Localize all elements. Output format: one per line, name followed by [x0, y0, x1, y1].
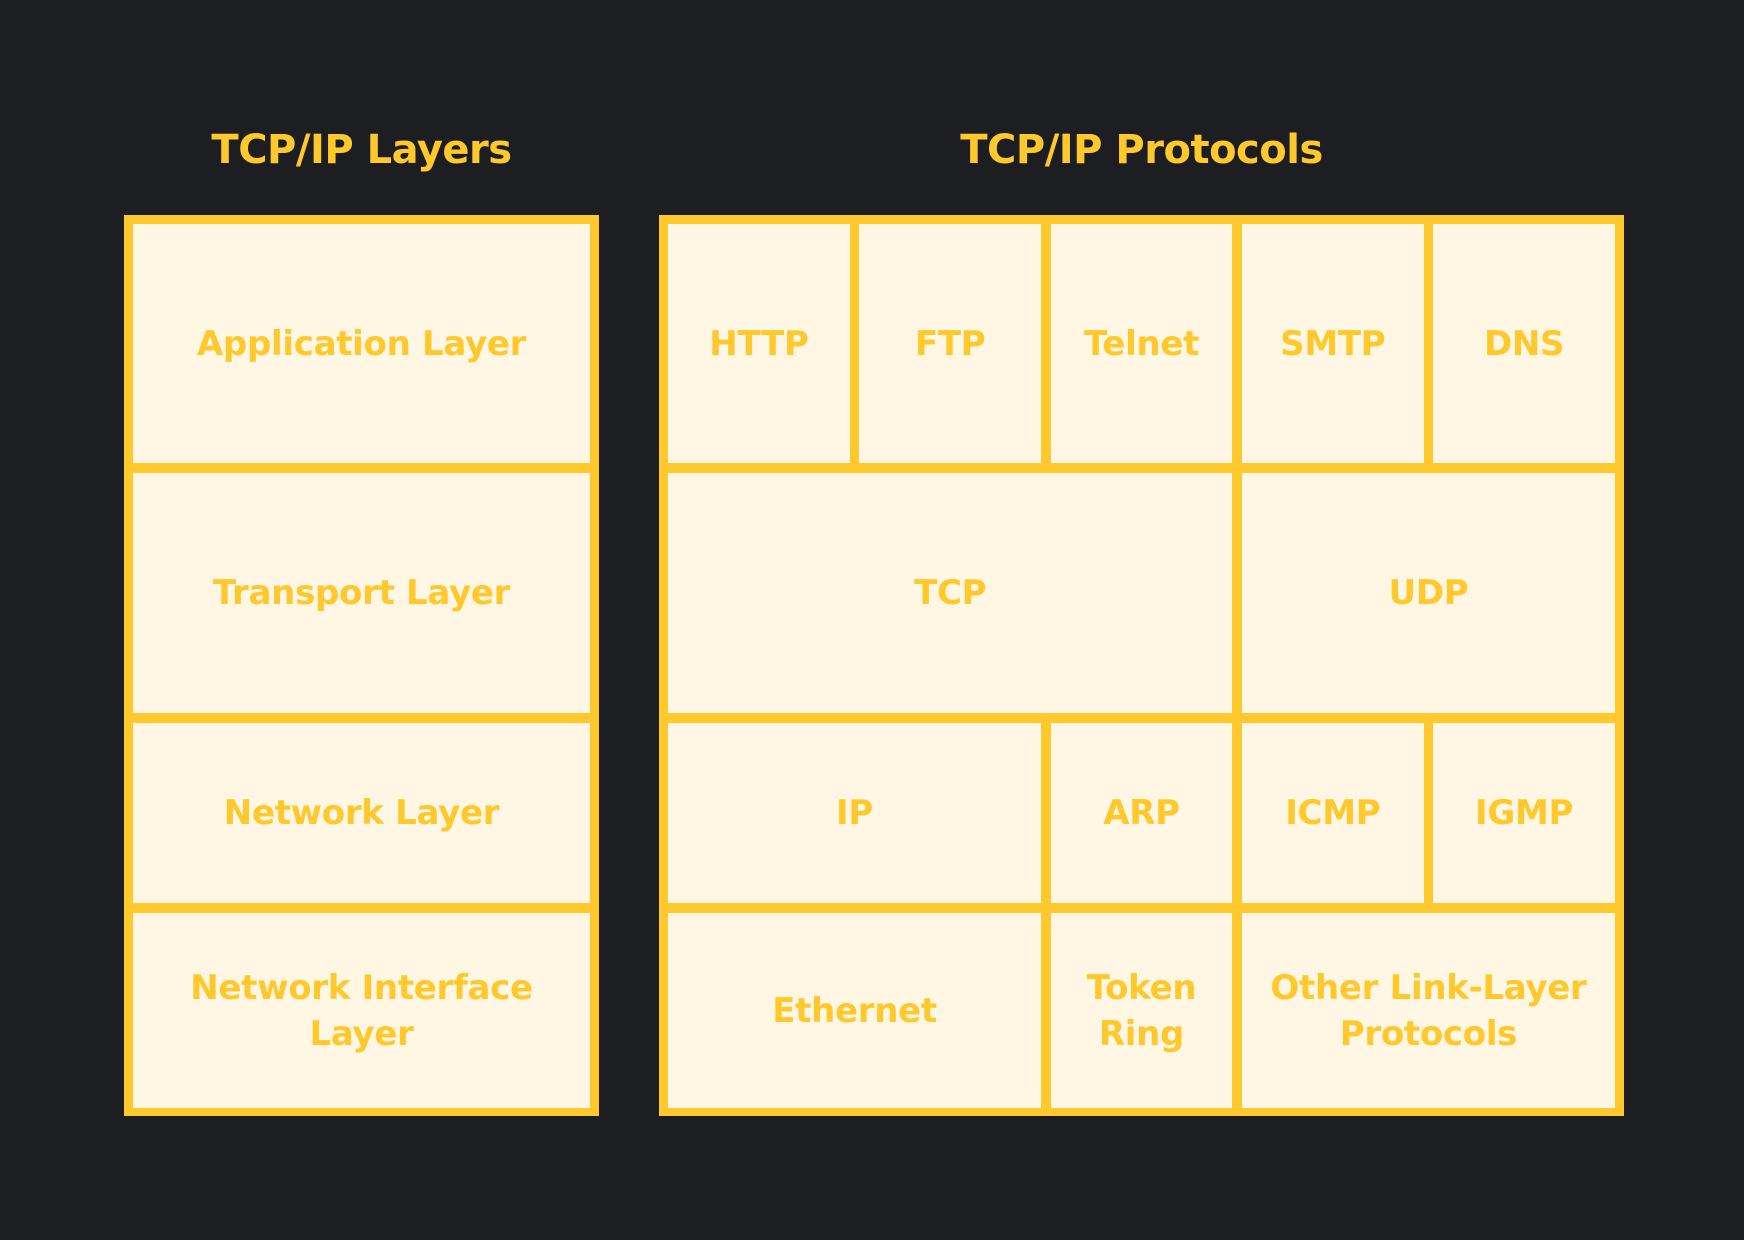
protocol-igmp: IGMP — [1433, 723, 1615, 903]
protocol-label: SMTP — [1280, 323, 1386, 364]
protocol-http: HTTP — [668, 224, 850, 463]
layer-transport: Transport Layer — [133, 473, 590, 713]
layer-network-interface: Network Interface Layer — [133, 913, 590, 1108]
protocol-label: Token Ring — [1086, 967, 1197, 1054]
layers-title: TCP/IP Layers — [211, 127, 512, 173]
protocol-telnet: Telnet — [1050, 224, 1233, 463]
protocol-dns: DNS — [1433, 224, 1615, 463]
protocol-label: IP — [836, 793, 874, 833]
layer-network: Network Layer — [133, 723, 590, 903]
protocol-tcp: TCP — [668, 473, 1233, 713]
protocol-label: ARP — [1103, 793, 1180, 833]
protocol-udp: UDP — [1241, 473, 1615, 713]
protocol-arp: ARP — [1050, 723, 1233, 903]
protocol-ftp: FTP — [859, 224, 1042, 463]
protocol-label: ICMP — [1285, 793, 1381, 833]
protocols-title: TCP/IP Protocols — [960, 127, 1323, 173]
layer-label: Network Layer — [223, 793, 500, 833]
protocol-label: Telnet — [1083, 323, 1200, 364]
protocol-smtp: SMTP — [1241, 224, 1424, 463]
protocol-token-ring: Token Ring — [1050, 913, 1233, 1108]
protocol-label: TCP — [914, 573, 987, 613]
layer-label: Transport Layer — [212, 573, 511, 613]
protocol-icmp: ICMP — [1241, 723, 1424, 903]
protocol-label: IGMP — [1475, 793, 1574, 833]
protocol-label: FTP — [914, 323, 986, 364]
protocol-label: Ethernet — [772, 990, 937, 1031]
protocol-ip: IP — [668, 723, 1042, 903]
protocol-other-link-layer: Other Link-Layer Protocols — [1241, 913, 1615, 1108]
layer-label: Application Layer — [196, 323, 527, 364]
protocol-label: HTTP — [709, 323, 809, 364]
protocols-grid: HTTP FTP Telnet SMTP DNS TCP UDP IP ARP … — [659, 215, 1624, 1116]
protocol-label: UDP — [1388, 573, 1469, 613]
protocol-label: Other Link-Layer Protocols — [1270, 967, 1587, 1054]
protocol-label: DNS — [1483, 323, 1565, 364]
layer-label: Network Interface Layer — [190, 967, 533, 1054]
protocol-ethernet: Ethernet — [668, 913, 1042, 1108]
layers-stack: Application Layer Transport Layer Networ… — [124, 215, 599, 1116]
layer-application: Application Layer — [133, 224, 590, 463]
